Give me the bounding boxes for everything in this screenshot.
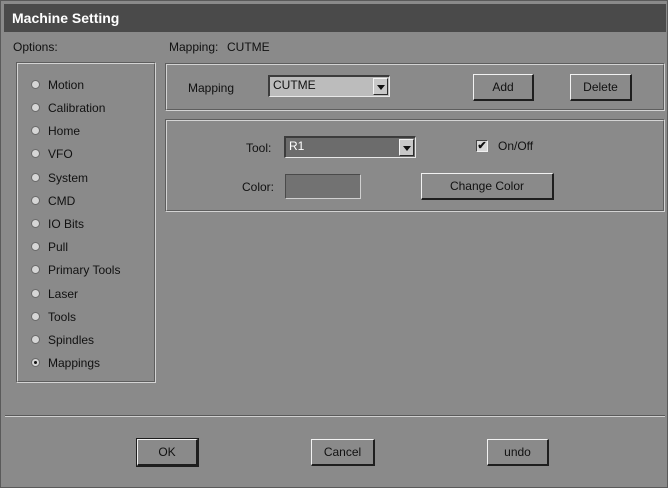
- cancel-button[interactable]: Cancel: [311, 439, 375, 466]
- radio-icon: [31, 196, 40, 205]
- tool-field-label: Tool:: [246, 141, 272, 155]
- delete-button[interactable]: Delete: [570, 74, 632, 101]
- mapping-panel: Mapping CUTME Add Delete: [165, 63, 665, 111]
- radio-icon: [31, 265, 40, 274]
- options-group: Motion Calibration Home VFO System CMD I…: [16, 62, 156, 383]
- ok-button[interactable]: OK: [136, 438, 199, 467]
- color-swatch: [285, 174, 361, 199]
- mapping-field-label: Mapping: [188, 81, 235, 95]
- radio-selected-icon: [31, 358, 40, 367]
- radio-icon: [31, 103, 40, 112]
- onoff-checkbox[interactable]: ✔: [476, 140, 488, 152]
- onoff-label: On/Off: [498, 139, 534, 153]
- radio-icon: [31, 219, 40, 228]
- add-button[interactable]: Add: [473, 74, 534, 101]
- footer-separator: [5, 415, 665, 417]
- tool-dropdown[interactable]: R1: [284, 136, 416, 158]
- mapping-header-label: Mapping:: [169, 40, 219, 54]
- radio-icon: [31, 312, 40, 321]
- tool-dropdown-value: R1: [289, 139, 305, 153]
- change-color-button[interactable]: Change Color: [421, 173, 554, 200]
- radio-icon: [31, 80, 40, 89]
- undo-button[interactable]: undo: [487, 439, 549, 466]
- options-label: Options:: [13, 40, 58, 54]
- radio-icon: [31, 335, 40, 344]
- tool-panel: Tool: R1 ✔ On/Off Color: Change Color: [165, 119, 665, 212]
- radio-icon: [31, 149, 40, 158]
- checkmark-icon: ✔: [477, 140, 487, 152]
- radio-icon: [31, 173, 40, 182]
- chevron-down-icon[interactable]: [373, 78, 388, 95]
- radio-icon: [31, 289, 40, 298]
- radio-icon: [31, 242, 40, 251]
- mapping-dropdown[interactable]: CUTME: [268, 75, 390, 97]
- machine-setting-window: Machine Setting Options: Mapping: CUTME …: [0, 0, 668, 488]
- chevron-down-icon[interactable]: [399, 139, 414, 156]
- window-title-bar[interactable]: Machine Setting: [4, 4, 666, 32]
- mapping-dropdown-value: CUTME: [273, 78, 316, 92]
- color-field-label: Color:: [242, 180, 275, 194]
- mapping-header-value: CUTME: [227, 40, 270, 54]
- radio-icon: [31, 126, 40, 135]
- window-title: Machine Setting: [12, 10, 120, 26]
